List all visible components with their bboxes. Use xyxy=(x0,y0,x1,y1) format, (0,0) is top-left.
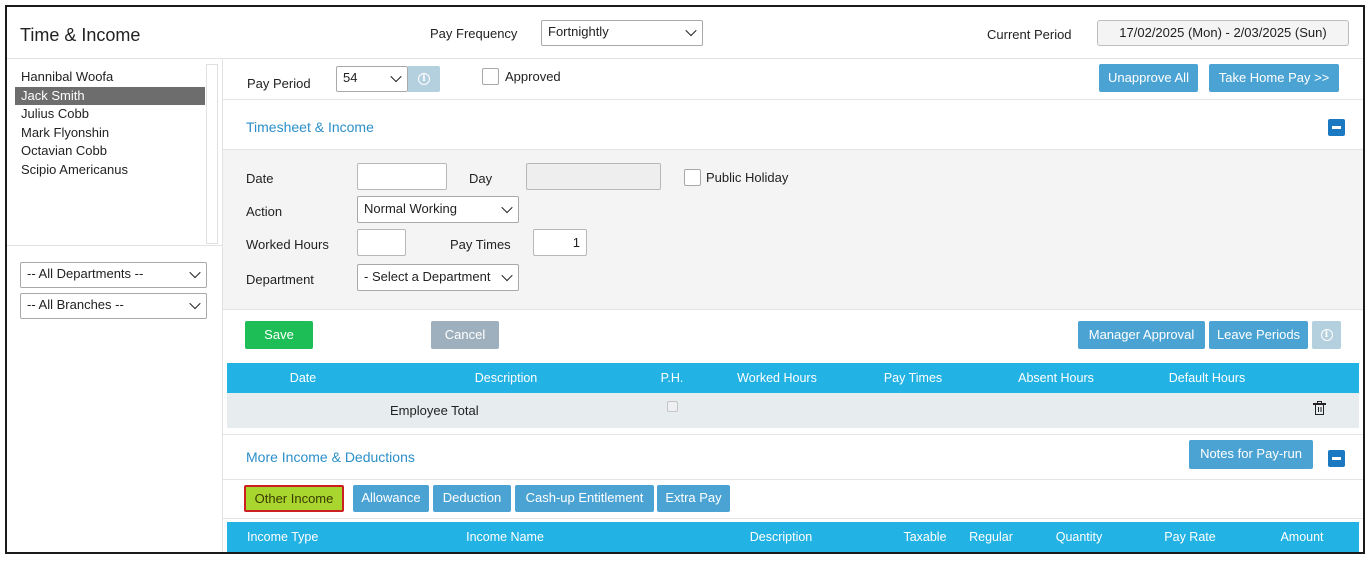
leave-periods-button[interactable]: Leave Periods xyxy=(1209,321,1308,349)
income-table-header: Income Type Income Name Description Taxa… xyxy=(227,522,1359,552)
worked-hours-input[interactable] xyxy=(357,229,406,256)
unapprove-all-button[interactable]: Unapprove All xyxy=(1099,64,1198,92)
department-filter-value: -- All Departments -- xyxy=(27,266,144,281)
chevron-down-icon xyxy=(501,201,513,213)
pay-period-info-button[interactable]: i xyxy=(408,66,440,92)
employee-list-item[interactable]: Mark Flyonshin xyxy=(15,124,205,143)
save-button[interactable]: Save xyxy=(245,321,313,349)
column-header-description: Description xyxy=(749,530,813,544)
action-label: Action xyxy=(246,204,283,219)
date-input[interactable] xyxy=(357,163,447,190)
divider xyxy=(223,479,1363,480)
employee-sidebar: Hannibal Woofa Jack Smith Julius Cobb Ma… xyxy=(7,59,223,552)
column-header-description: Description xyxy=(474,371,538,385)
timesheet-section-title: Timesheet & Income xyxy=(246,119,374,135)
pay-period-label: Pay Period xyxy=(247,76,311,91)
column-header-taxable: Taxable xyxy=(903,530,947,544)
employee-total-label: Employee Total xyxy=(390,403,479,418)
trash-icon[interactable] xyxy=(1313,401,1326,415)
employee-list-item-selected[interactable]: Jack Smith xyxy=(15,86,205,105)
page-title: Time & Income xyxy=(20,25,141,45)
public-holiday-label: Public Holiday xyxy=(706,170,789,185)
column-header-pay-times: Pay Times xyxy=(883,371,943,385)
ph-checkbox xyxy=(667,401,678,412)
action-select[interactable]: Normal Working xyxy=(357,196,519,223)
main-content: Pay Period 54 i Approved Unapprove All T… xyxy=(223,59,1363,552)
tab-cash-up-entitlement[interactable]: Cash-up Entitlement xyxy=(515,485,654,512)
column-header-income-name: Income Name xyxy=(466,530,544,544)
timesheet-form: Date Day Public Holiday Action Normal Wo… xyxy=(223,149,1363,310)
date-label: Date xyxy=(246,171,274,186)
info-icon: i xyxy=(1320,329,1333,341)
column-header-pay-rate: Pay Rate xyxy=(1164,530,1216,544)
employee-list-item[interactable]: Hannibal Woofa xyxy=(15,68,205,87)
approved-label: Approved xyxy=(505,69,561,84)
column-header-date: Date xyxy=(289,371,317,385)
employee-list: Hannibal Woofa Jack Smith Julius Cobb Ma… xyxy=(15,68,205,179)
info-icon: i xyxy=(418,73,430,85)
employee-list-scrollbar[interactable] xyxy=(206,64,218,244)
pay-period-value: 54 xyxy=(343,70,358,85)
chevron-down-icon xyxy=(189,266,201,279)
employee-list-item[interactable]: Julius Cobb xyxy=(15,105,205,124)
pay-period-select[interactable]: 54 xyxy=(336,66,408,92)
app-window: Time & Income Pay Frequency Fortnightly … xyxy=(5,5,1365,554)
column-header-regular: Regular xyxy=(969,530,1013,544)
tab-other-income[interactable]: Other Income xyxy=(244,485,344,512)
divider xyxy=(223,434,1363,435)
current-period-label: Current Period xyxy=(987,27,1072,42)
day-input xyxy=(526,163,661,190)
day-label: Day xyxy=(469,171,493,186)
pay-frequency-value: Fortnightly xyxy=(548,24,609,39)
timesheet-info-button[interactable]: i xyxy=(1312,321,1341,349)
department-select[interactable]: - Select a Department xyxy=(357,264,519,291)
worked-hours-label: Worked Hours xyxy=(246,237,329,252)
approved-checkbox[interactable] xyxy=(482,68,499,85)
department-label: Department xyxy=(246,272,314,287)
tab-allowance[interactable]: Allowance xyxy=(353,485,429,512)
tab-deduction[interactable]: Deduction xyxy=(433,485,511,512)
employee-list-item[interactable]: Scipio Americanus xyxy=(15,161,205,180)
collapse-more-income-icon[interactable] xyxy=(1328,450,1345,467)
column-header-ph: P.H. xyxy=(660,371,684,385)
top-header: Time & Income Pay Frequency Fortnightly … xyxy=(7,7,1363,59)
chevron-down-icon xyxy=(390,70,402,83)
employee-list-item[interactable]: Octavian Cobb xyxy=(15,142,205,161)
department-filter-select[interactable]: -- All Departments -- xyxy=(20,262,207,288)
manager-approval-button[interactable]: Manager Approval xyxy=(1078,321,1205,349)
chevron-down-icon xyxy=(501,269,513,281)
column-header-worked-hours: Worked Hours xyxy=(737,371,817,385)
pay-frequency-label: Pay Frequency xyxy=(430,26,518,41)
notes-for-pay-run-button[interactable]: Notes for Pay-run xyxy=(1189,440,1313,469)
column-header-income-type: Income Type xyxy=(247,530,319,544)
branch-filter-value: -- All Branches -- xyxy=(27,297,124,312)
department-value: - Select a Department xyxy=(364,269,491,284)
timesheet-table-header: Date Description P.H. Worked Hours Pay T… xyxy=(227,363,1359,393)
public-holiday-checkbox[interactable] xyxy=(684,169,701,186)
column-header-amount: Amount xyxy=(1280,530,1324,544)
more-income-section-title: More Income & Deductions xyxy=(246,449,415,465)
pay-frequency-select[interactable]: Fortnightly xyxy=(541,20,703,46)
divider xyxy=(223,518,1363,519)
column-header-absent-hours: Absent Hours xyxy=(1018,371,1094,385)
collapse-timesheet-icon[interactable] xyxy=(1328,119,1345,136)
take-home-pay-button[interactable]: Take Home Pay >> xyxy=(1209,64,1339,92)
chevron-down-icon xyxy=(685,24,697,37)
column-header-default-hours: Default Hours xyxy=(1168,371,1246,385)
divider xyxy=(223,99,1363,100)
column-header-quantity: Quantity xyxy=(1055,530,1103,544)
branch-filter-select[interactable]: -- All Branches -- xyxy=(20,293,207,319)
current-period-display: 17/02/2025 (Mon) - 2/03/2025 (Sun) xyxy=(1097,20,1349,46)
action-value: Normal Working xyxy=(364,201,457,216)
sidebar-divider xyxy=(7,245,223,246)
cancel-button[interactable]: Cancel xyxy=(431,321,499,349)
tab-extra-pay[interactable]: Extra Pay xyxy=(657,485,730,512)
pay-times-input[interactable]: 1 xyxy=(533,229,587,256)
pay-times-label: Pay Times xyxy=(450,237,511,252)
chevron-down-icon xyxy=(189,297,201,310)
table-row: Employee Total xyxy=(227,393,1359,428)
